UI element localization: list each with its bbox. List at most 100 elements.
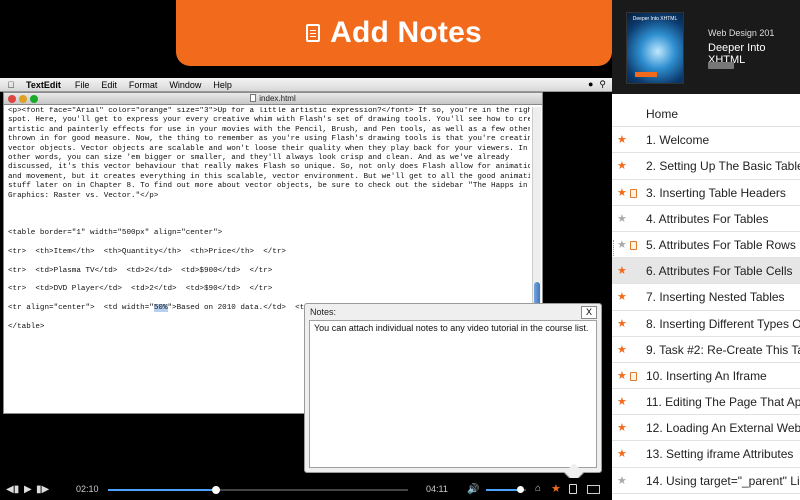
lesson-item[interactable]: ★ 12. Loading An External Webs <box>612 415 800 442</box>
favorite-star-icon[interactable]: ★ <box>617 180 627 205</box>
favorite-star-icon[interactable]: ★ <box>617 258 627 283</box>
document-line: <p><font face="Arial" color="orange" siz… <box>8 107 530 115</box>
fullscreen-icon[interactable] <box>587 485 600 494</box>
progress-fill <box>108 489 216 491</box>
lesson-label: 12. Loading An External Webs <box>646 421 800 436</box>
lesson-item[interactable]: ★ 1. Welcome <box>612 127 800 154</box>
apple-icon[interactable]:  <box>6 80 16 90</box>
lesson-label: 14. Using target="_parent" Lin <box>646 473 800 488</box>
lesson-item[interactable]: ★ 13. Setting iframe Attributes <box>612 441 800 468</box>
lesson-item[interactable]: ★ 5. Attributes For Table Rows <box>612 232 800 259</box>
lesson-list: Home ★ 1. Welcome ★ 2. Setting Up The Basic … <box>612 101 800 494</box>
favorite-star-icon[interactable]: ★ <box>617 127 627 152</box>
skip-forward-icon[interactable]: ▮▶ <box>36 484 49 495</box>
home-icon[interactable]: ⌂ <box>535 483 541 494</box>
note-icon <box>306 24 321 42</box>
lesson-item[interactable]: Home <box>612 101 800 128</box>
banner-title: Add Notes <box>330 16 482 49</box>
document-line: artistic and painterly effects for use i… <box>8 125 530 134</box>
menu-edit[interactable]: Edit <box>101 80 117 90</box>
progress-slider[interactable] <box>108 486 408 494</box>
volume-slider[interactable] <box>486 486 526 493</box>
volume-knob[interactable] <box>517 486 524 493</box>
volume-icon[interactable]: 🔊 <box>467 484 479 495</box>
lesson-label: 2. Setting Up The Basic Table <box>646 159 800 174</box>
course-subtitle: Web Design 201 <box>708 28 775 38</box>
favorite-star-icon[interactable]: ★ <box>617 468 627 493</box>
note-icon <box>630 188 637 198</box>
favorite-star-icon[interactable]: ★ <box>617 337 627 362</box>
favorite-star-icon[interactable]: ★ <box>617 415 627 440</box>
lesson-item[interactable]: ★ 7. Inserting Nested Tables <box>612 284 800 311</box>
lesson-label: 7. Inserting Nested Tables <box>646 290 785 305</box>
notes-label: Notes: <box>310 307 337 317</box>
cover-title: Deeper Into XHTML <box>632 16 678 22</box>
document-line: other words, you can size 'em bigger or … <box>8 153 510 162</box>
text-selection: 50% <box>153 304 168 313</box>
favorite-star-icon[interactable]: ★ <box>617 232 627 257</box>
document-line: vector objects. Vector objects are scala… <box>8 144 528 153</box>
lesson-item[interactable]: ★ 9. Task #2: Re-Create This Tab <box>612 337 800 363</box>
lesson-item[interactable]: ★ 11. Editing The Page That App <box>612 389 800 416</box>
window-title-bar[interactable]: index.html <box>4 93 542 105</box>
note-icon <box>630 240 637 250</box>
lesson-label: 1. Welcome <box>646 133 710 148</box>
lesson-item[interactable]: ★ 3. Inserting Table Headers <box>612 180 800 206</box>
menu-window[interactable]: Window <box>169 80 201 90</box>
lesson-item[interactable]: ★ 10. Inserting An Iframe <box>612 363 800 390</box>
lesson-item[interactable]: ★ 4. Attributes For Tables <box>612 206 800 232</box>
document-line: Graphics: Raster vs. Vector."</p> <box>8 191 159 200</box>
document-line: <tr> <th>Item</th> <th>Quantity</th> <th… <box>8 247 286 256</box>
favorite-star-icon[interactable]: ★ <box>617 363 627 388</box>
lesson-label: 10. Inserting An Iframe <box>646 368 767 383</box>
menu-bar-status: ● ⚲ <box>588 79 612 90</box>
elapsed-time: 02:10 <box>76 484 99 494</box>
spotlight-icon[interactable]: ⚲ <box>599 79 606 90</box>
favorite-star-icon[interactable]: ★ <box>617 389 627 414</box>
notes-close-button[interactable]: X <box>581 306 597 319</box>
total-time: 04:11 <box>426 484 448 494</box>
document-line: discussed, it's this vector behaviour th… <box>8 163 530 172</box>
lesson-item[interactable]: ★ 8. Inserting Different Types Of <box>612 311 800 337</box>
document-line: and movement, but it creates everything … <box>8 172 530 181</box>
lesson-label: 8. Inserting Different Types Of <box>646 316 800 331</box>
favorite-star-icon[interactable]: ★ <box>617 206 627 231</box>
favorite-star-icon[interactable]: ★ <box>617 311 627 336</box>
cover-logo-bar <box>635 72 657 77</box>
menu-file[interactable]: File <box>75 80 90 90</box>
window-controls <box>8 95 38 103</box>
lesson-item[interactable]: ★ 2. Setting Up The Basic Table <box>612 153 800 180</box>
lesson-label: Home <box>646 107 679 121</box>
sidebar-resize-handle[interactable] <box>613 240 616 256</box>
lesson-label: 11. Editing The Page That App <box>646 395 800 410</box>
play-icon[interactable]: ▶ <box>24 484 32 495</box>
progress-knob[interactable] <box>212 486 220 494</box>
volume-fill <box>486 489 520 491</box>
favorite-star-icon[interactable]: ★ <box>551 482 561 495</box>
zoom-window-icon[interactable] <box>30 95 38 103</box>
notes-icon[interactable] <box>569 484 577 494</box>
player-controls: ◀▮ ▶ ▮▶ 02:10 04:11 🔊 ⌂ ★ <box>0 478 612 500</box>
menu-help[interactable]: Help <box>213 80 232 90</box>
close-window-icon[interactable] <box>8 95 16 103</box>
sync-icon[interactable]: ● <box>588 79 593 90</box>
lesson-item[interactable]: ★ 14. Using target="_parent" Lin <box>612 468 800 494</box>
skip-back-icon[interactable]: ◀▮ <box>6 484 19 495</box>
favorite-star-icon[interactable]: ★ <box>617 284 627 309</box>
minimize-window-icon[interactable] <box>19 95 27 103</box>
document-line: thrown in for good measure. Now, the thi… <box>8 135 530 144</box>
lesson-label: 4. Attributes For Tables <box>646 211 769 226</box>
notes-text-field[interactable]: You can attach individual notes to any v… <box>309 320 597 468</box>
document-line: <tr> <td>DVD Player</td> <td>2</td> <td>… <box>8 285 273 294</box>
menu-app-name[interactable]: TextEdit <box>26 80 61 90</box>
favorite-star-icon[interactable]: ★ <box>617 441 627 466</box>
lesson-label: 6. Attributes For Table Cells <box>646 264 793 279</box>
lesson-item[interactable]: ★ 6. Attributes For Table Cells <box>612 258 800 285</box>
course-tag-badge <box>708 62 734 69</box>
favorite-star-icon[interactable]: ★ <box>617 153 627 178</box>
video-area[interactable]: Add Notes  TextEdit File Edit Format Wi… <box>0 0 612 500</box>
app-stage: Add Notes  TextEdit File Edit Format Wi… <box>0 0 800 500</box>
menu-format[interactable]: Format <box>129 80 158 90</box>
